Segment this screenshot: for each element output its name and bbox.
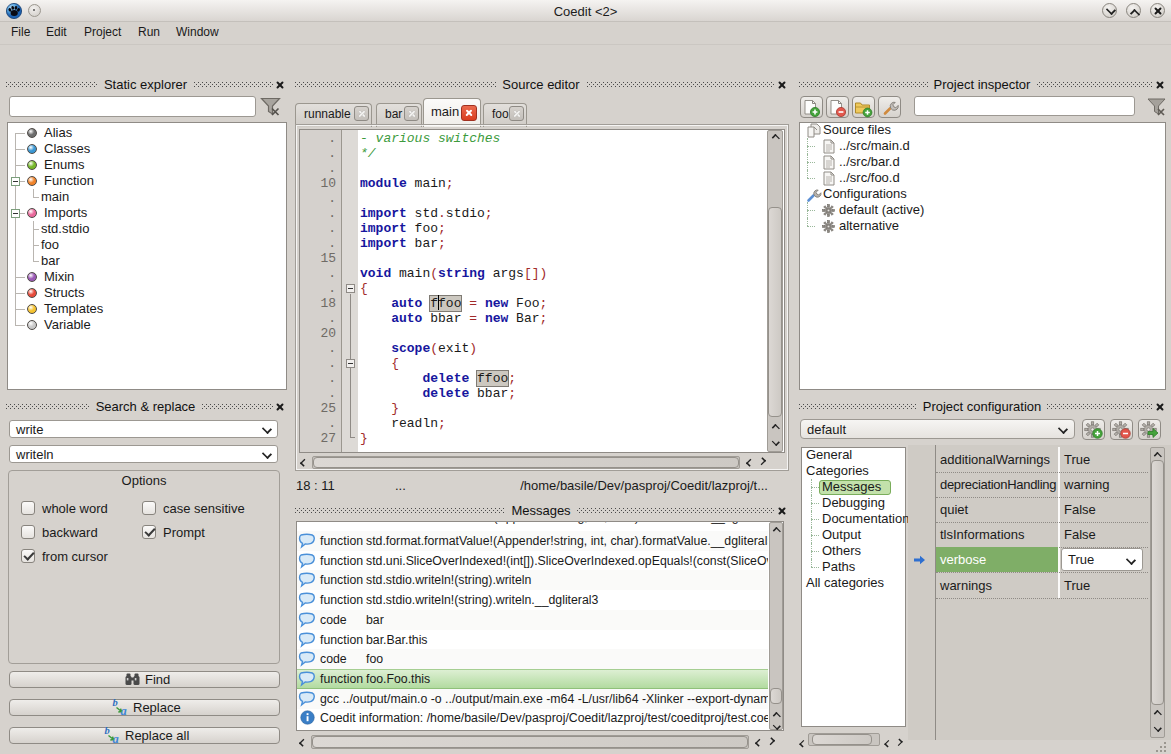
svg-text:b: b bbox=[113, 697, 118, 708]
svg-text:b: b bbox=[105, 725, 110, 736]
